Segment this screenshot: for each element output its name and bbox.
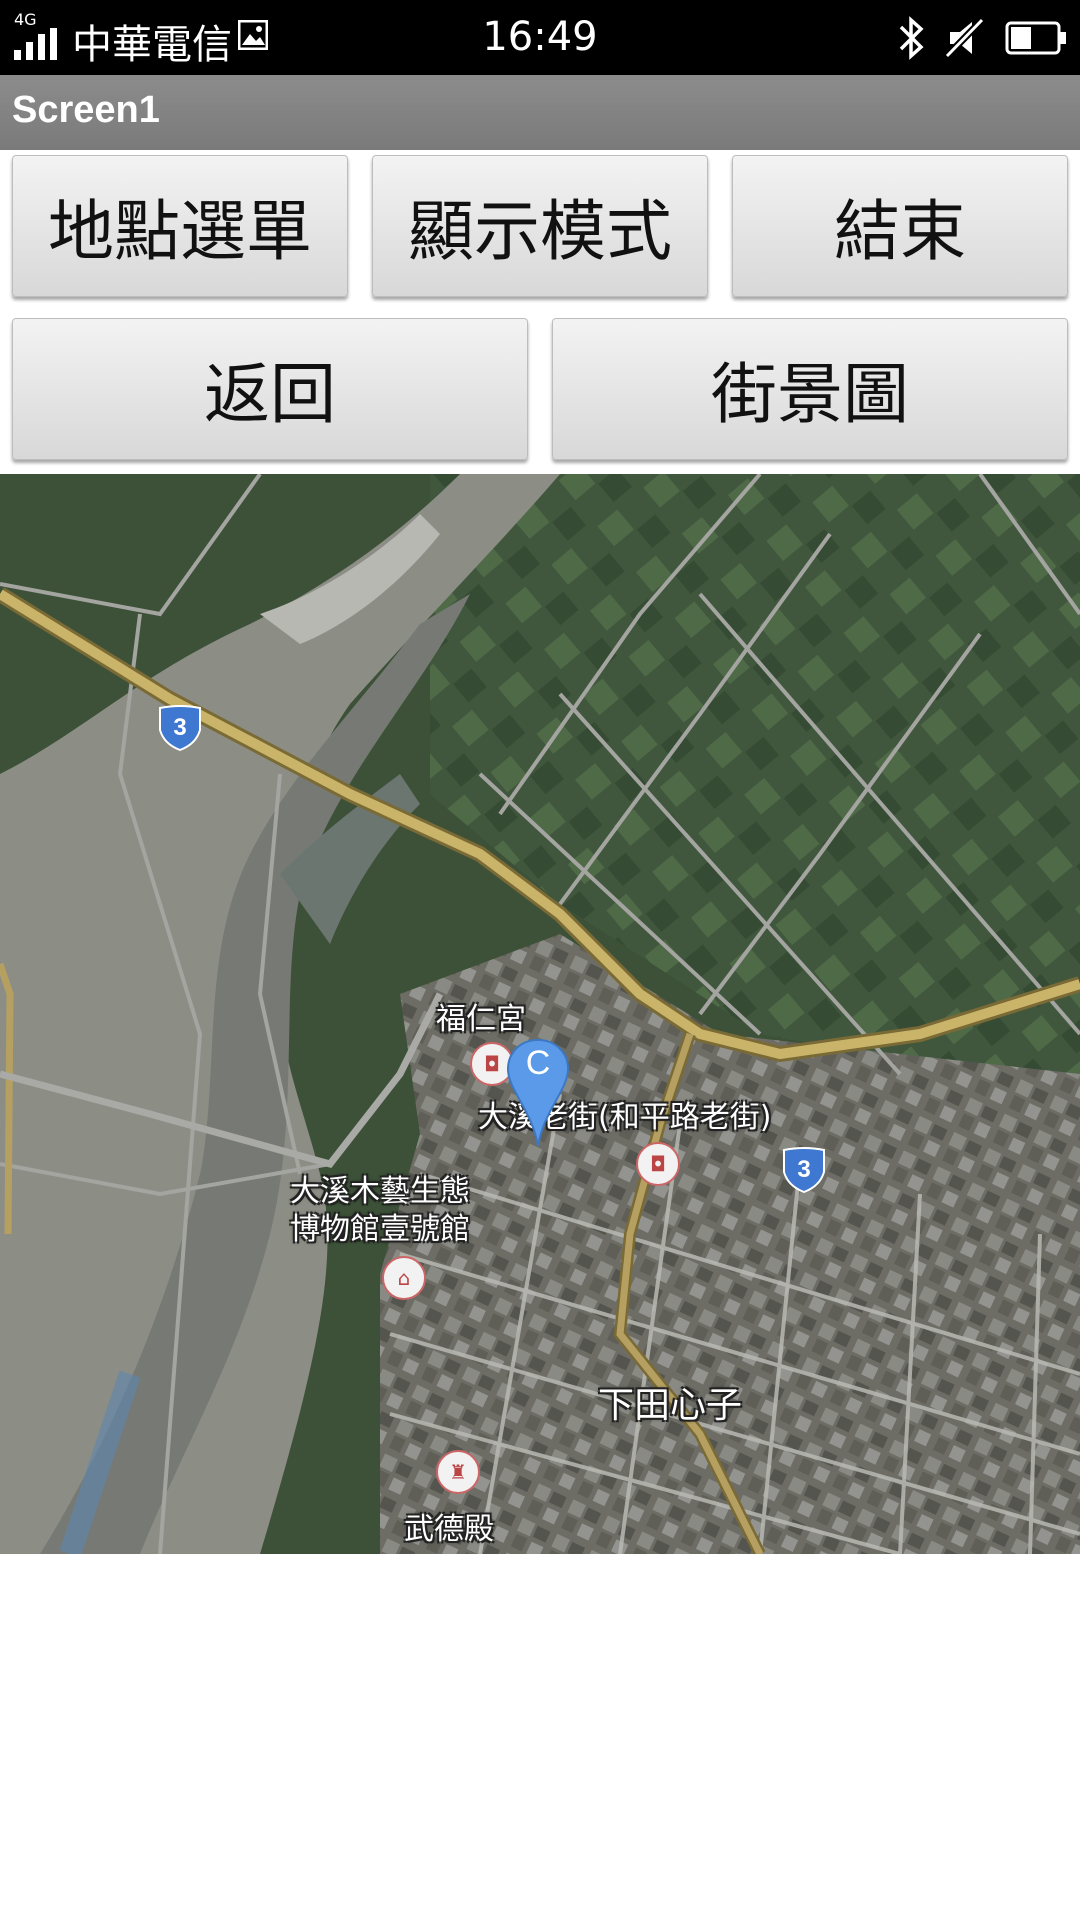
map-view[interactable]: 3 3 ◘ ◘ ⌂ ♜ 福仁宮 大溪老街(和平路老街) 大溪木藝生態 博物館壹號… [0, 474, 1080, 1554]
marker-label: C [525, 1044, 551, 1082]
battery-icon [1005, 21, 1066, 55]
photo-poi-icon[interactable]: ◘ [636, 1142, 680, 1186]
route-shield: 3 [780, 1146, 828, 1194]
route-shield: 3 [156, 704, 204, 752]
satellite-imagery [0, 474, 1080, 1554]
mute-icon [944, 17, 985, 59]
map-label-museum: 博物館壹號館 [290, 1212, 470, 1247]
map-label-fuyin-temple: 福仁宮 [436, 1002, 526, 1037]
back-button[interactable]: 返回 [12, 318, 528, 460]
map-marker-pin[interactable]: C [506, 1038, 570, 1148]
screen-title: Screen1 [12, 89, 160, 131]
street-view-button[interactable]: 街景圖 [552, 318, 1068, 460]
museum-poi-icon[interactable]: ⌂ [382, 1256, 426, 1300]
exit-button[interactable]: 結束 [732, 155, 1068, 297]
location-menu-button[interactable]: 地點選單 [12, 155, 348, 297]
status-bar: 4G 中華電信 16:49 [0, 0, 1080, 75]
title-bar: Screen1 [0, 75, 1080, 150]
bluetooth-icon [899, 16, 924, 60]
map-label-xiatian: 下田心子 [598, 1385, 743, 1426]
display-mode-button[interactable]: 顯示模式 [372, 155, 708, 297]
landmark-poi-icon[interactable]: ♜ [436, 1450, 480, 1494]
map-label-wude-hall: 武德殿 [404, 1512, 494, 1547]
